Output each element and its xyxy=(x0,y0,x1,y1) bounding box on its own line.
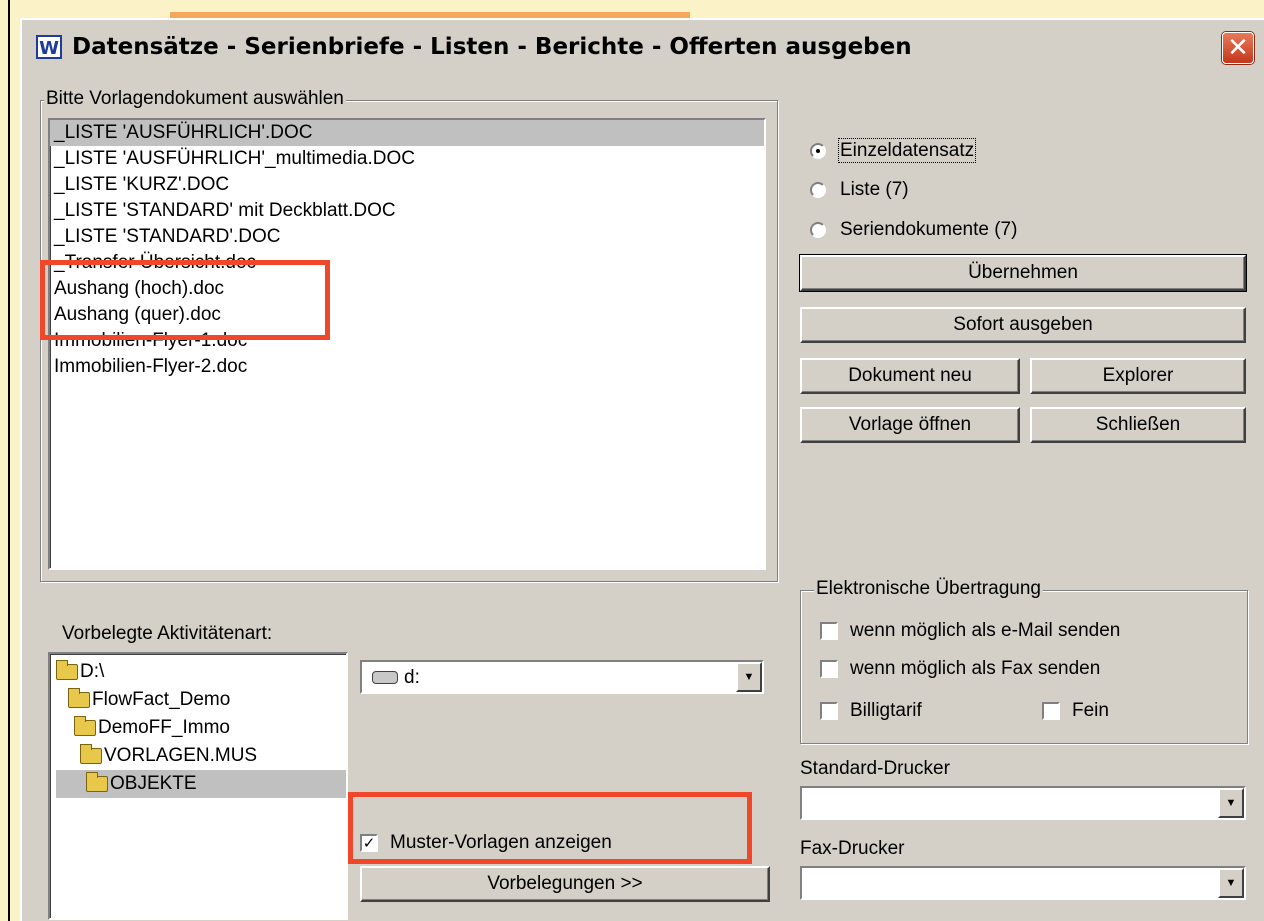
radio-label: Liste (7) xyxy=(840,179,909,200)
tree-item-flowfact-demo[interactable]: FlowFact_Demo xyxy=(68,686,230,714)
radio-circle xyxy=(810,221,826,238)
template-list-item[interactable]: Immobilien-Flyer-2.doc xyxy=(50,354,764,380)
email-checkbox[interactable]: wenn möglich als e-Mail senden xyxy=(820,618,1120,644)
chevron-down-icon[interactable]: ▼ xyxy=(1218,788,1244,818)
highlight-box-aushang xyxy=(40,260,330,340)
fax-printer-select[interactable]: ▼ xyxy=(800,866,1246,900)
template-list-item[interactable]: _LISTE 'STANDARD'.DOC xyxy=(50,224,764,250)
checkbox-box xyxy=(820,621,838,640)
tree-item-objekte[interactable]: OBJEKTE xyxy=(56,770,346,798)
folder-tree[interactable]: D:\ FlowFact_Demo DemoFF_Immo VORLAGEN.M… xyxy=(48,652,348,920)
drive-select-text: d: xyxy=(404,667,420,688)
tree-item-label: OBJEKTE xyxy=(110,773,197,794)
radio-einzeldatensatz[interactable]: Einzeldatensatz xyxy=(810,138,977,164)
apply-button[interactable]: Übernehmen xyxy=(799,254,1247,292)
folder-open-icon xyxy=(86,771,108,792)
standard-printer-select[interactable]: ▼ xyxy=(800,786,1246,820)
drive-select[interactable]: d: ▼ xyxy=(360,660,764,694)
tree-item-label: D:\ xyxy=(80,661,105,682)
tree-item-label: FlowFact_Demo xyxy=(92,689,231,710)
checkbox-box xyxy=(1042,701,1060,720)
checkbox-box xyxy=(820,701,838,720)
template-list-item[interactable]: _LISTE 'KURZ'.DOC xyxy=(50,172,764,198)
folder-open-icon xyxy=(80,743,102,764)
checkbox-label: wenn möglich als e-Mail senden xyxy=(850,620,1121,641)
radio-circle xyxy=(810,142,826,159)
folder-open-icon xyxy=(68,687,90,708)
fax-printer-label: Fax-Drucker xyxy=(800,838,905,859)
close-button[interactable]: Schließen xyxy=(1030,407,1246,443)
chevron-down-icon[interactable]: ▼ xyxy=(1218,868,1244,898)
explorer-button[interactable]: Explorer xyxy=(1030,358,1246,394)
open-template-button[interactable]: Vorlage öffnen xyxy=(800,407,1020,443)
template-list-item[interactable]: _LISTE 'AUSFÜHRLICH'_multimedia.DOC xyxy=(50,146,764,172)
tree-item-drive[interactable]: D:\ xyxy=(56,658,104,686)
drive-icon xyxy=(372,671,398,685)
tree-item-label: DemoFF_Immo xyxy=(98,717,230,738)
tree-item-demoff-immo[interactable]: DemoFF_Immo xyxy=(74,714,230,742)
checkbox-label: wenn möglich als Fax senden xyxy=(850,658,1101,679)
output-now-button[interactable]: Sofort ausgeben xyxy=(800,307,1246,343)
tree-item-label: VORLAGEN.MUS xyxy=(104,745,258,766)
background-strip xyxy=(0,0,1264,18)
radio-seriendokumente[interactable]: Seriendokumente (7) xyxy=(810,217,1017,243)
tree-item-vorlagen-mus[interactable]: VORLAGEN.MUS xyxy=(80,742,257,770)
new-document-button[interactable]: Dokument neu xyxy=(800,358,1020,394)
fine-checkbox[interactable]: Fein xyxy=(1042,698,1109,724)
radio-liste[interactable]: Liste (7) xyxy=(810,177,909,203)
standard-printer-label: Standard-Drucker xyxy=(800,758,950,779)
radio-label: Einzeldatensatz xyxy=(837,138,977,163)
template-list-item[interactable]: _LISTE 'STANDARD' mit Deckblatt.DOC xyxy=(50,198,764,224)
folder-open-icon xyxy=(74,715,96,736)
dialog-window: W Datensätze - Serienbriefe - Listen - B… xyxy=(20,18,1264,921)
word-app-icon: W xyxy=(36,35,62,59)
checkbox-label: Billigtarif xyxy=(850,700,922,721)
fax-checkbox[interactable]: wenn möglich als Fax senden xyxy=(820,656,1100,682)
chevron-down-icon[interactable]: ▼ xyxy=(736,662,762,692)
checkbox-label: Fein xyxy=(1072,700,1109,721)
template-listbox[interactable]: _LISTE 'AUSFÜHRLICH'.DOC _LISTE 'AUSFÜHRL… xyxy=(48,118,766,570)
drive-select-value: d: xyxy=(372,666,420,690)
folder-open-icon xyxy=(56,659,78,680)
activity-label: Vorbelegte Aktivitätenart: xyxy=(62,623,273,644)
highlight-box-muster xyxy=(348,792,752,864)
cheap-rate-checkbox[interactable]: Billigtarif xyxy=(820,698,922,724)
checkbox-box xyxy=(820,659,838,678)
window-title: Datensätze - Serienbriefe - Listen - Ber… xyxy=(72,34,912,60)
radio-circle xyxy=(810,181,826,198)
presets-button[interactable]: Vorbelegungen >> xyxy=(360,866,770,902)
close-window-button[interactable]: ✕ xyxy=(1222,32,1254,64)
title-bar[interactable]: W Datensätze - Serienbriefe - Listen - B… xyxy=(28,24,1262,72)
background-line xyxy=(8,0,10,921)
radio-label: Seriendokumente (7) xyxy=(840,219,1018,240)
template-list-item[interactable]: _LISTE 'AUSFÜHRLICH'.DOC xyxy=(50,120,764,146)
electronic-group-label: Elektronische Übertragung xyxy=(814,578,1043,600)
template-group-label: Bitte Vorlagendokument auswählen xyxy=(44,88,346,110)
